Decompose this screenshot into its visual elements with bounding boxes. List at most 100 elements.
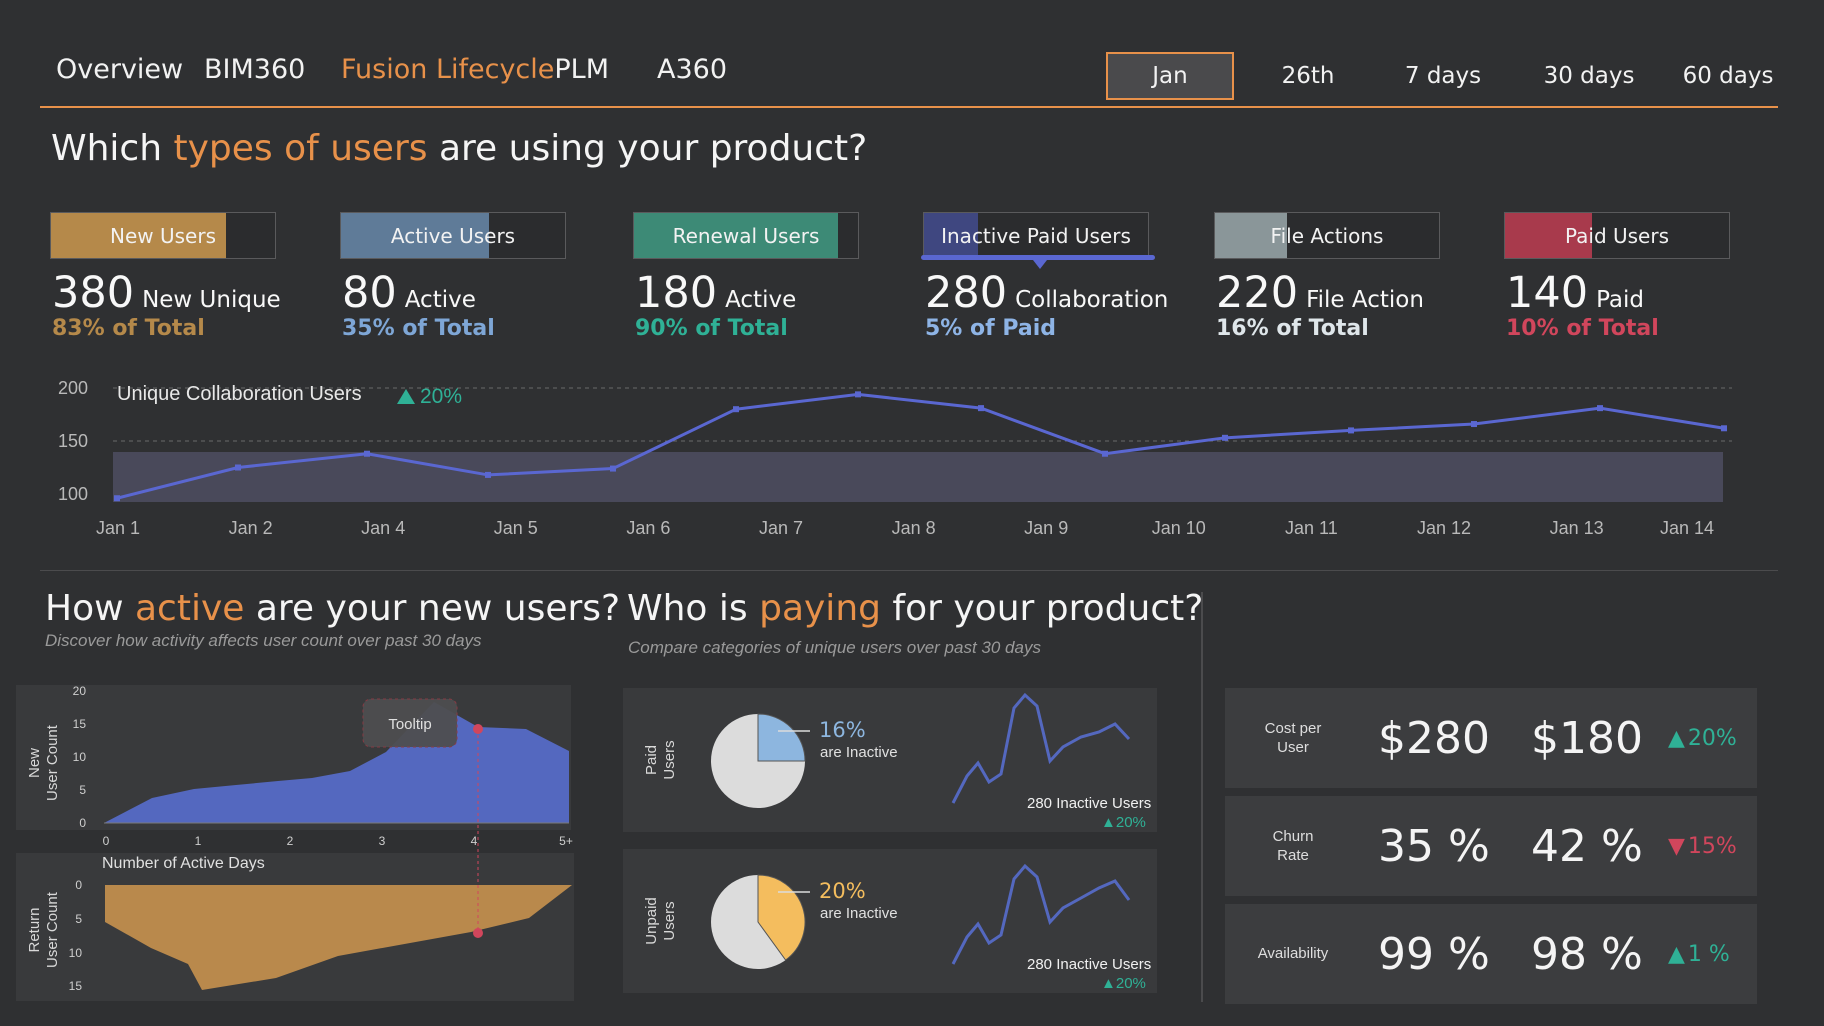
user-card-bar[interactable]: Active Users [340,212,566,259]
up-triangle-icon: ▲ [1668,725,1685,751]
collab-point[interactable] [855,391,861,398]
time-filter-30-days[interactable]: 30 days [1533,52,1645,100]
user-card-new-users[interactable]: New Users 380 New Unique 83% of Total [50,212,281,352]
kpi-current-value: 99 % [1378,928,1490,980]
time-filter-26th[interactable]: 26th [1262,52,1354,100]
top-ytick-0: 0 [79,816,86,830]
user-card-renewal-users[interactable]: Renewal Users 180 Active 90% of Total [633,212,863,352]
paying-row-label: PaidUsers [643,740,678,779]
user-card-number: 180 [635,268,718,318]
tooltip-text: Tooltip [388,716,431,733]
collab-point[interactable] [1471,421,1477,428]
tab-plm-label: PLM [554,54,610,85]
inactive-sparkline [951,863,1131,965]
svg-text:UnpaidUsers: UnpaidUsers [643,897,678,945]
user-card-percent: 5% of Paid [925,316,1057,341]
kpi-change-value: 20% [1687,725,1737,751]
tab-fusion-lifecycle-plm[interactable]: Fusion LifecyclePLM [341,54,609,85]
collab-xtick: Jan 11 [1285,518,1338,538]
paying-inactive-percent: 16% [819,718,866,742]
kpi-row-availability: Availability 99 % 98 % ▲ 1 % [1225,904,1757,1004]
paying-row-1: UnpaidUsers 20% are Inactive 280 Inactive U… [623,849,1157,993]
kpi-previous-value: $180 [1531,712,1643,764]
collab-point[interactable] [1102,450,1108,457]
up-triangle-icon: ▲ [1668,941,1685,967]
title-accent: paying [759,588,881,629]
collab-xtick: Jan 6 [626,518,670,538]
tab-overview[interactable]: Overview [56,54,183,85]
inactive-users-change: ▲20% [1101,814,1146,831]
collab-point[interactable] [485,471,491,478]
paying-inactive-text: are Inactive [820,744,898,761]
user-card-value: 180 Active [635,268,796,318]
kpi-row-churn-rate: Churn Rate 35 % 42 % ▼ 15% [1225,796,1757,896]
user-card-bar[interactable]: File Actions [1214,212,1440,259]
collab-ytick: 150 [58,431,88,451]
user-card-active-users[interactable]: Active Users 80 Active 35% of Total [340,212,570,352]
up-triangle-icon: ▲ [1101,975,1116,992]
tab-fusion-label: Fusion Lifecycle [341,54,555,85]
collab-xtick: Jan 2 [229,518,273,538]
section-users-title: Which types of users are using your prod… [51,128,867,169]
collab-xtick: Jan 1 [96,518,140,538]
xtick-5plus: 5+ [559,834,573,848]
collab-point[interactable] [235,464,241,471]
time-filter-jan[interactable]: Jan [1106,52,1234,100]
collab-point[interactable] [1222,434,1228,441]
section-divider [40,570,1778,571]
user-card-bar[interactable]: New Users [50,212,276,259]
kpi-name: Churn Rate [1272,827,1314,865]
collab-point[interactable] [733,406,739,413]
section-activity-subtitle: Discover how activity affects user count… [45,631,482,650]
user-card-label: Inactive Paid Users [941,223,1131,248]
title-post: for your product? [880,588,1204,629]
bottom-ytick-0: 0 [75,878,82,892]
collab-xtick: Jan 5 [494,518,538,538]
user-card-value: 380 New Unique [52,268,281,318]
user-card-file-actions[interactable]: File Actions 220 File Action 16% of Total [1214,212,1444,352]
collab-point[interactable] [1597,405,1603,412]
inactive-users-count: 280 Inactive Users [1027,956,1152,973]
user-card-bar[interactable]: Renewal Users [633,212,859,259]
collab-point[interactable] [364,450,370,457]
user-card-number: 140 [1506,268,1589,318]
nav-underline [40,106,1778,108]
collab-xtick: Jan 13 [1550,518,1604,538]
user-card-label: Renewal Users [672,223,820,248]
kpi-change-value: 15% [1687,833,1737,859]
user-card-number: 280 [925,268,1008,318]
user-card-unit: File Action [1306,287,1424,313]
activity-chart: Tooltip 0 5 10 15 20 0 1 2 3 4 5+ Number… [16,685,574,1001]
collab-point[interactable] [1348,427,1354,434]
kpi-row-cost-per-user: Cost per User $280 $180 ▲ 20% [1225,688,1757,788]
selected-caret-icon [1033,260,1047,269]
collab-point[interactable] [1721,425,1727,432]
user-card-value: 140 Paid [1506,268,1644,318]
tooltip-point-top[interactable] [473,724,483,734]
xtick-1: 1 [195,834,202,848]
collab-chart-title: Unique Collaboration Users [117,383,362,405]
user-card-percent: 16% of Total [1216,316,1369,341]
collab-point[interactable] [114,495,120,502]
user-card-bar[interactable]: Paid Users [1504,212,1730,259]
user-card-paid-users[interactable]: Paid Users 140 Paid 10% of Total [1504,212,1734,352]
section-activity-title: How active are your new users? [45,588,620,629]
pie-inactive-slice[interactable] [757,713,806,762]
collab-xtick: Jan 12 [1417,518,1471,538]
up-triangle-icon [397,389,415,404]
user-card-label: Paid Users [1564,223,1670,248]
time-filter-7-days[interactable]: 7 days [1390,52,1496,100]
user-card-bar[interactable]: Inactive Paid Users [923,212,1149,259]
collab-point[interactable] [978,405,984,412]
tooltip-point-bottom[interactable] [473,928,483,938]
collab-point[interactable] [610,465,616,472]
kpi-name: Cost per User [1264,719,1322,757]
tab-bim360[interactable]: BIM360 [204,54,305,85]
top-ytick-20: 20 [73,685,87,698]
time-filter-60-days[interactable]: 60 days [1672,52,1784,100]
xtick-3: 3 [379,834,386,848]
inactive-change-value: 20% [1115,975,1146,992]
user-card-inactive-paid-users[interactable]: Inactive Paid Users 280 Collaboration 5% of… [923,212,1168,352]
tab-a360[interactable]: A360 [657,54,727,85]
title-pre: Who is [627,588,760,629]
